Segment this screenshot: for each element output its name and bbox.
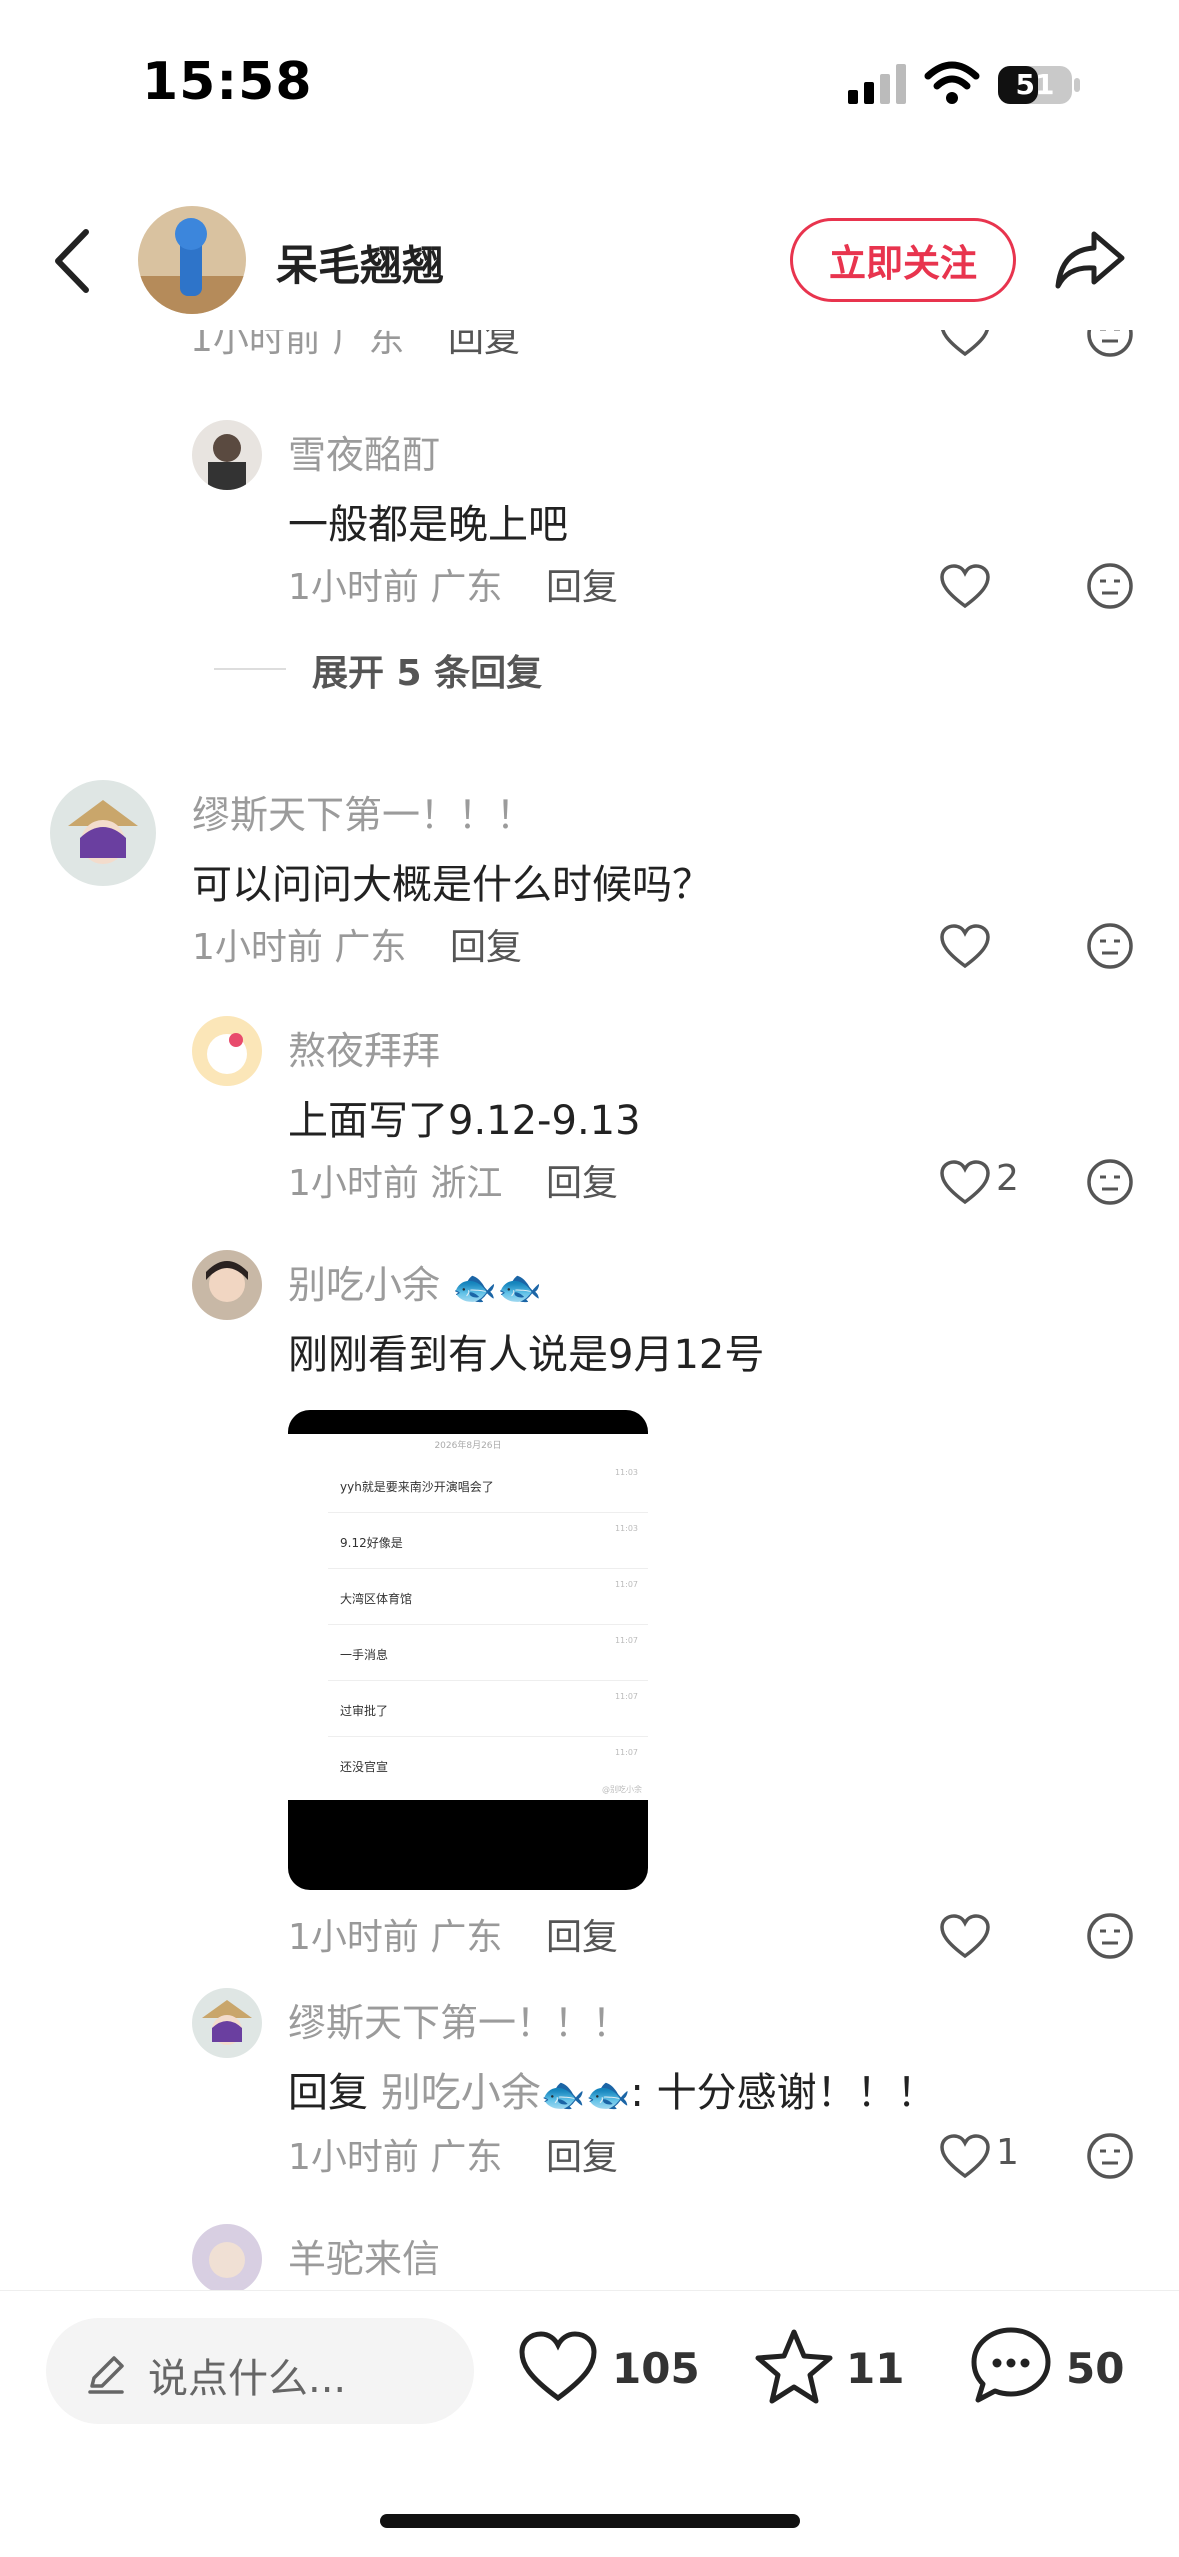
expand-divider: [214, 668, 286, 670]
reply-button[interactable]: 回复: [546, 1908, 618, 1960]
image-message: yyh就是要来南沙开演唱会了: [340, 1480, 494, 1494]
reply-button[interactable]: 回复: [546, 2128, 618, 2180]
fish-emoji-icon: 🐟: [452, 1267, 497, 1309]
heart-icon[interactable]: [940, 564, 990, 610]
author-name[interactable]: 呆毛翘翘: [276, 232, 444, 293]
commenter-name[interactable]: 羊驼来信: [288, 2228, 440, 2283]
dislike-face-icon[interactable]: [1086, 2132, 1134, 2180]
heart-icon[interactable]: [940, 1914, 990, 1960]
fish-emoji-icon: 🐟: [496, 1267, 542, 1309]
image-message: 大湾区体育馆: [340, 1592, 413, 1606]
comment-list[interactable]: 1小时前 广东 回复 雪夜酩酊 一般都是晚上吧 1小时前 广东 回复 展开 5 …: [0, 330, 1179, 2290]
avatar[interactable]: [192, 420, 262, 490]
image-time: 11:03: [614, 1524, 638, 1533]
comment-meta: 1小时前 广东: [288, 2137, 503, 2178]
home-indicator[interactable]: [380, 2514, 800, 2528]
share-icon[interactable]: [1054, 228, 1126, 292]
image-message: 过审批了: [340, 1704, 389, 1718]
image-date: 2026年8月26日: [434, 1441, 502, 1451]
comment-bubble-icon[interactable]: [970, 2326, 1052, 2406]
like-count: 1: [996, 2132, 1019, 2173]
like-total: 105: [612, 2344, 700, 2393]
avatar[interactable]: [192, 2224, 262, 2290]
wifi-icon: [924, 61, 980, 104]
heart-icon[interactable]: [940, 1160, 990, 1206]
commenter-name-text: 别吃小余: [288, 1263, 441, 1307]
comment-meta: 1小时前 浙江: [288, 1163, 503, 1204]
reply-prefix: 回复: [288, 2070, 368, 2116]
back-chevron-icon[interactable]: [52, 228, 92, 294]
reply-button[interactable]: 回复: [448, 330, 520, 362]
reply-button[interactable]: 回复: [546, 558, 618, 610]
star-total: 11: [846, 2344, 905, 2393]
commenter-name[interactable]: 缪斯天下第一！！！: [192, 784, 534, 839]
comment-meta: 1小时前 广东: [288, 1917, 503, 1958]
battery-level: 51: [1015, 68, 1055, 101]
image-message: 9.12好像是: [340, 1536, 403, 1550]
reply-button[interactable]: 回复: [546, 1154, 618, 1206]
reply-target-name[interactable]: 别吃小余: [381, 2070, 541, 2116]
comment-text: 刚刚看到有人说是9月12号: [288, 1332, 765, 1378]
fish-emoji-icon: 🐟: [540, 2075, 586, 2116]
reply-suffix: : 十分感谢！！！: [630, 2070, 937, 2116]
pen-icon: [88, 2356, 124, 2394]
image-time: 11:07: [614, 1748, 638, 1757]
comment-total: 50: [1066, 2344, 1125, 2393]
heart-icon[interactable]: [940, 2134, 990, 2180]
image-message: 还没官宣: [340, 1760, 389, 1774]
follow-button[interactable]: 立即关注: [790, 218, 1016, 302]
commenter-name[interactable]: 缪斯天下第一！！！: [288, 1992, 630, 2047]
image-time: 11:07: [614, 1580, 638, 1589]
dislike-face-icon[interactable]: [1086, 1912, 1134, 1960]
comment-meta: 1小时前 广东: [288, 567, 503, 608]
reply-button[interactable]: 回复: [450, 918, 522, 970]
comment-text: 回复 别吃小余🐟🐟: 十分感谢！！！: [288, 2060, 937, 2118]
fish-emoji-icon: 🐟: [585, 2075, 631, 2116]
commenter-name[interactable]: 别吃小余 🐟🐟: [288, 1254, 542, 1309]
dislike-face-icon[interactable]: [1086, 1158, 1134, 1206]
image-time: 11:07: [614, 1692, 638, 1701]
comment-text: 可以问问大概是什么时候吗？: [192, 862, 712, 908]
heart-icon[interactable]: [940, 924, 990, 970]
like-icon[interactable]: [518, 2330, 598, 2404]
star-icon[interactable]: [754, 2328, 834, 2406]
avatar[interactable]: [50, 780, 156, 886]
dislike-face-icon[interactable]: [1086, 330, 1134, 358]
comment-meta: 1小时前 广东: [192, 927, 407, 968]
comment-text: 上面写了9.12-9.13: [288, 1098, 641, 1144]
avatar[interactable]: [192, 1250, 262, 1320]
image-time: 11:03: [614, 1468, 638, 1477]
heart-icon[interactable]: [940, 330, 990, 358]
battery-indicator: 51: [996, 62, 1082, 108]
comment-image[interactable]: 2026年8月26日 yyh就是要来南沙开演唱会了 11:03 9.12好像是 …: [288, 1410, 648, 1890]
image-watermark: @别吃小余: [602, 1785, 642, 1794]
commenter-name[interactable]: 熬夜拜拜: [288, 1020, 440, 1075]
like-count: 2: [996, 1158, 1019, 1199]
comment-text: 一般都是晚上吧: [288, 502, 568, 548]
avatar[interactable]: [192, 1988, 262, 2058]
cellular-signal-icon: [848, 64, 906, 104]
commenter-name[interactable]: 雪夜酩酊: [288, 424, 440, 479]
image-message: 一手消息: [340, 1648, 389, 1662]
comment-input-placeholder[interactable]: 说点什么...: [148, 2346, 346, 2404]
avatar[interactable]: [192, 1016, 262, 1086]
image-time: 11:07: [614, 1636, 638, 1645]
dislike-face-icon[interactable]: [1086, 922, 1134, 970]
status-time: 15:58: [142, 52, 313, 112]
comment-meta: 1小时前 广东: [190, 330, 405, 360]
dislike-face-icon[interactable]: [1086, 562, 1134, 610]
author-avatar[interactable]: [138, 206, 246, 314]
expand-replies-button[interactable]: 展开 5 条回复: [312, 644, 542, 696]
